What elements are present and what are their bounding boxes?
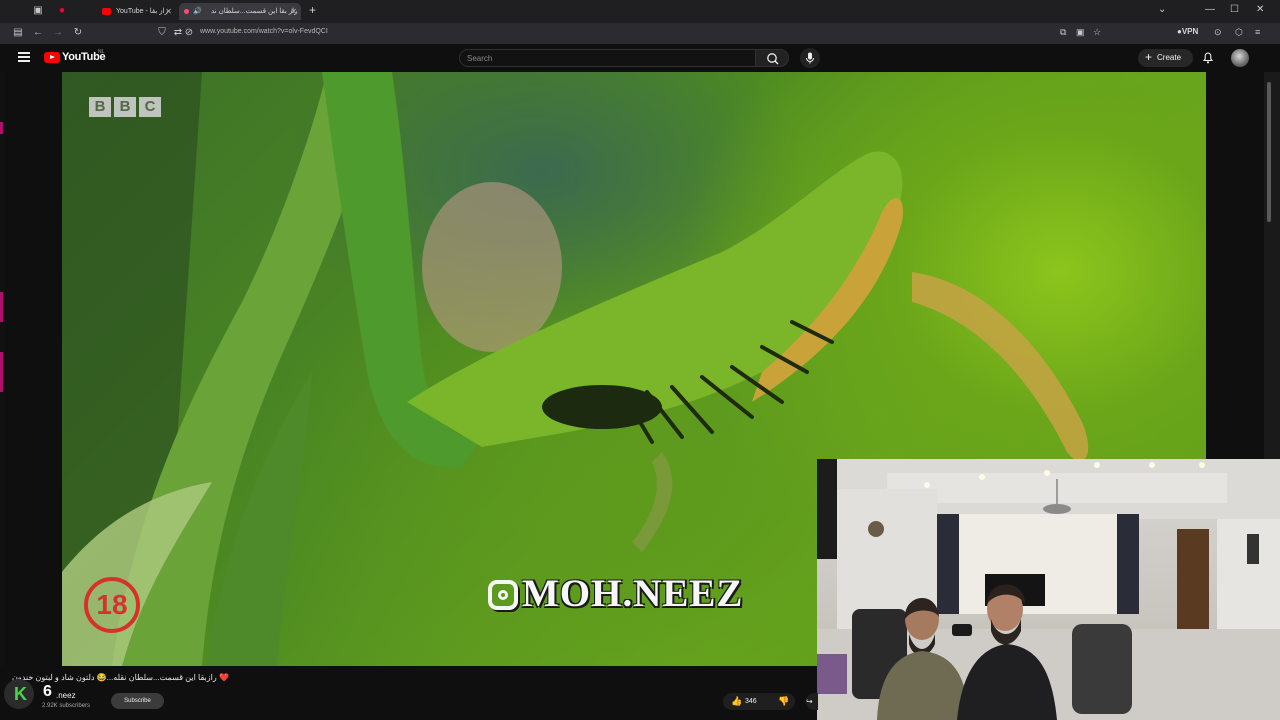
search-input[interactable]: Search xyxy=(459,49,756,67)
hamburger-menu-icon[interactable] xyxy=(18,52,30,62)
age-rating-badge: 18 xyxy=(84,577,140,633)
bbc-letter: C xyxy=(139,97,161,117)
download-icon[interactable]: ⊙ xyxy=(1214,27,1222,38)
vpn-button[interactable]: ●VPN xyxy=(1177,27,1198,36)
speaker-icon[interactable]: 🔊 xyxy=(193,3,202,20)
tab-label: راز بقا این قسمت...سلطان ند xyxy=(211,8,298,15)
channel-name[interactable]: .neez xyxy=(56,691,76,700)
subscriber-count: 2.92K subscribers xyxy=(42,703,91,709)
bbc-logo: BBC xyxy=(89,97,164,117)
video-title: ❤️ رازبقا این قسمت...سلطان نقله...😂 دلتو… xyxy=(12,673,229,682)
instagram-watermark: MOH.NEEZ xyxy=(488,569,743,619)
vpn-label: VPN xyxy=(1181,27,1199,36)
tracking-blocker-icon[interactable]: ⊘ xyxy=(183,27,195,38)
shield-icon[interactable]: ⛉ xyxy=(156,27,168,38)
account-avatar[interactable] xyxy=(1231,49,1249,67)
window-close-icon[interactable]: ✕ xyxy=(1256,4,1264,15)
tab-active-video[interactable]: 🔊 راز بقا این قسمت...سلطان ند ✕ xyxy=(179,3,301,20)
url-field[interactable]: www.youtube.com/watch?v=olv-FevdQCI xyxy=(200,28,328,35)
region-code: NL xyxy=(98,49,105,55)
close-icon[interactable]: ✕ xyxy=(165,3,172,20)
notifications-bell-icon[interactable] xyxy=(1201,50,1215,64)
left-edge-strip xyxy=(0,72,5,672)
youtube-header: YouTube NL Search + Create xyxy=(0,44,1280,72)
microphone-icon xyxy=(806,52,814,64)
watermark-handle: MOH.NEEZ xyxy=(522,572,744,615)
bbc-letter: B xyxy=(114,97,136,117)
scrollbar-thumb[interactable] xyxy=(1267,82,1271,222)
streamer-webcam xyxy=(817,459,1280,720)
tab-youtube[interactable]: YouTube - راز بقا ✕ xyxy=(98,3,176,20)
dislike-button[interactable]: 👎 xyxy=(773,693,795,710)
youtube-music-icon[interactable]: ● xyxy=(56,5,68,17)
create-button[interactable]: + Create xyxy=(1138,49,1193,67)
browser-tab-bar: ▣ ● YouTube - راز بقا ✕ 🔊 راز بقا این قس… xyxy=(0,0,1280,23)
sidebar-toggle-icon[interactable]: ▤ xyxy=(12,27,24,38)
tab-label: YouTube - راز بقا xyxy=(116,8,169,15)
video-info-section: ❤️ رازبقا این قسمت...سلطان نقله...😂 دلتو… xyxy=(0,666,818,720)
maximize-icon[interactable]: ☐ xyxy=(1230,4,1239,15)
plus-icon: + xyxy=(1145,50,1153,64)
screenshot-icon[interactable]: ⧉ xyxy=(1060,27,1066,38)
instagram-icon xyxy=(488,580,518,610)
reload-icon[interactable]: ↻ xyxy=(72,27,84,38)
minimize-icon[interactable]: — xyxy=(1205,4,1215,15)
search-button[interactable] xyxy=(756,49,789,67)
search-icon xyxy=(767,53,779,65)
menu-icon[interactable]: ≡ xyxy=(1255,27,1260,37)
share-arrow-icon: ↪ xyxy=(806,697,813,706)
kick-logo-icon: K xyxy=(14,684,27,704)
extensions-icon[interactable]: ⬡ xyxy=(1235,27,1243,38)
thumbs-down-icon: 👎 xyxy=(778,696,790,706)
voice-search-button[interactable] xyxy=(800,48,820,68)
webcam-room-scene xyxy=(817,459,1280,720)
youtube-play-icon xyxy=(44,52,60,63)
recording-icon xyxy=(184,9,189,14)
share-button[interactable]: ↪ xyxy=(806,693,818,710)
back-arrow-icon[interactable]: ← xyxy=(32,27,44,38)
channel-avatar[interactable]: K xyxy=(4,679,34,709)
bookmark-star-icon[interactable]: ☆ xyxy=(1093,27,1101,38)
browser-address-bar: ▤ ← → ↻ ⛉ ⇄ ⊘ www.youtube.com/watch?v=ol… xyxy=(0,23,1280,44)
close-icon[interactable]: ✕ xyxy=(290,3,297,20)
youtube-favicon-icon xyxy=(102,8,111,15)
new-tab-plus-icon[interactable]: + xyxy=(309,3,316,17)
bbc-letter: B xyxy=(89,97,111,117)
pip-icon[interactable]: ▣ xyxy=(1076,27,1085,38)
thumbs-up-icon: 👍 xyxy=(731,696,743,706)
channel-name-digit[interactable]: 6 xyxy=(43,684,52,700)
search-placeholder: Search xyxy=(467,54,493,63)
subscribe-button[interactable]: Subscribe xyxy=(111,693,164,709)
tab-list-chevron-icon[interactable]: ⌄ xyxy=(1158,4,1166,15)
forward-arrow-icon[interactable]: → xyxy=(52,27,64,38)
workspaces-icon[interactable]: ▣ xyxy=(32,5,44,17)
create-label: Create xyxy=(1157,53,1182,62)
like-count: 346 xyxy=(745,698,757,705)
